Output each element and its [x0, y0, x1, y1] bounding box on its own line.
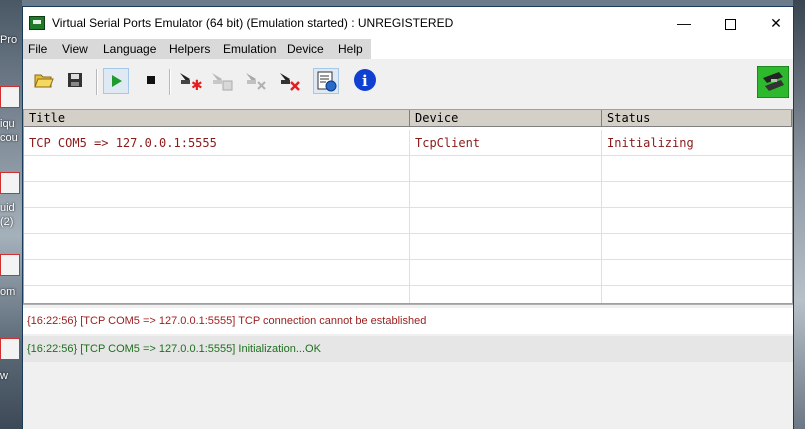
maximize-button[interactable] — [707, 7, 753, 39]
play-button[interactable] — [103, 68, 129, 94]
empty-cell — [410, 182, 602, 208]
toolbar: ✱ i — [23, 59, 793, 107]
log-entry-ok: {16:22:56} [TCP COM5 => 127.0.0.1:5555] … — [23, 336, 793, 362]
serial-config-icon — [317, 71, 337, 92]
desktop-label: iqu — [0, 118, 15, 130]
menu-bar: File View Language Helpers Emulation Dev… — [23, 39, 793, 59]
svg-text:i: i — [362, 72, 368, 90]
desktop-label: (2) — [0, 216, 14, 228]
row-status-cell: Initializing — [607, 136, 694, 150]
desktop-label: uid — [0, 202, 15, 214]
delete-device-button[interactable] — [277, 68, 303, 94]
menu-view[interactable]: View — [62, 42, 88, 56]
table-row-empty[interactable] — [24, 260, 792, 286]
serial-config-button[interactable] — [313, 68, 339, 94]
stop-button[interactable] — [139, 68, 165, 94]
column-header-title[interactable]: Title — [24, 110, 410, 127]
desktop-shortcut-icon[interactable] — [0, 254, 20, 276]
empty-cell — [24, 234, 410, 260]
svg-text:✱: ✱ — [191, 78, 203, 94]
table-row-empty[interactable] — [24, 156, 792, 182]
info-button[interactable]: i — [353, 68, 379, 94]
table-row-empty[interactable] — [24, 182, 792, 208]
title-bar[interactable]: Virtual Serial Ports Emulator (64 bit) (… — [23, 7, 793, 39]
table-row-empty[interactable] — [24, 234, 792, 260]
add-device-button[interactable]: ✱ — [177, 68, 203, 94]
desktop-label: cou — [0, 132, 18, 144]
desktop-shortcut-icon[interactable] — [0, 86, 20, 108]
minimize-button[interactable]: — — [661, 7, 707, 39]
device-table: Title Device Status TCP COM5 => 127.0.0.… — [23, 109, 793, 304]
desktop-background-left — [0, 0, 22, 429]
empty-cell — [410, 156, 602, 182]
disconnect-device-button[interactable] — [243, 68, 269, 94]
toolbar-separator — [169, 69, 171, 95]
info-icon: i — [354, 69, 376, 91]
app-window: Virtual Serial Ports Emulator (64 bit) (… — [22, 6, 794, 429]
menu-helpers[interactable]: Helpers — [169, 42, 210, 56]
open-button[interactable] — [31, 68, 57, 94]
empty-cell — [410, 260, 602, 286]
log-entry-error: {16:22:56} [TCP COM5 => 127.0.0.1:5555] … — [23, 308, 793, 334]
menu-help[interactable]: Help — [338, 42, 363, 56]
table-row-empty[interactable] — [24, 286, 792, 303]
edit-device-icon — [212, 73, 233, 91]
save-button[interactable] — [63, 68, 89, 94]
row-title-cell: TCP COM5 => 127.0.0.1:5555 — [24, 130, 410, 156]
open-icon — [34, 74, 54, 88]
column-header-device[interactable]: Device — [410, 110, 602, 127]
desktop-shortcut-icon[interactable] — [0, 338, 20, 360]
window-title: Virtual Serial Ports Emulator (64 bit) (… — [52, 16, 454, 30]
menu-emulation[interactable]: Emulation — [223, 42, 276, 56]
disconnect-device-icon — [246, 73, 266, 90]
table-row-empty[interactable] — [24, 208, 792, 234]
empty-cell — [410, 234, 602, 260]
log-panel[interactable]: {16:22:56} [TCP COM5 => 127.0.0.1:5555] … — [23, 304, 793, 429]
menu-language[interactable]: Language — [103, 42, 156, 56]
empty-cell — [24, 286, 410, 303]
save-icon — [68, 73, 82, 87]
add-device-icon: ✱ — [180, 73, 203, 94]
stop-icon — [147, 76, 155, 84]
desktop-shortcut-icon[interactable] — [0, 172, 20, 194]
maximize-icon — [724, 18, 736, 30]
app-icon[interactable] — [29, 16, 45, 30]
toolbar-separator — [96, 69, 98, 95]
empty-cell — [410, 208, 602, 234]
desktop-label: om — [0, 286, 16, 298]
empty-cell — [24, 182, 410, 208]
menu-device[interactable]: Device — [287, 42, 324, 56]
delete-device-icon — [280, 73, 300, 91]
row-device-cell: TcpClient — [410, 130, 602, 156]
menu-file[interactable]: File — [28, 42, 47, 56]
edit-device-button[interactable] — [209, 68, 235, 94]
vspe-logo-button[interactable] — [756, 65, 790, 99]
play-icon — [112, 75, 122, 87]
empty-cell — [410, 286, 602, 303]
close-button[interactable]: ✕ — [753, 7, 799, 39]
desktop-background-right — [793, 0, 805, 429]
empty-cell — [24, 260, 410, 286]
empty-cell — [24, 208, 410, 234]
serial-port-logo-icon — [756, 65, 790, 99]
desktop-label: w — [0, 370, 8, 382]
table-row[interactable]: TCP COM5 => 127.0.0.1:5555 TcpClient Ini… — [24, 130, 792, 156]
column-header-status[interactable]: Status — [602, 110, 792, 127]
empty-cell — [24, 156, 410, 182]
desktop-label: Pro — [0, 34, 18, 46]
